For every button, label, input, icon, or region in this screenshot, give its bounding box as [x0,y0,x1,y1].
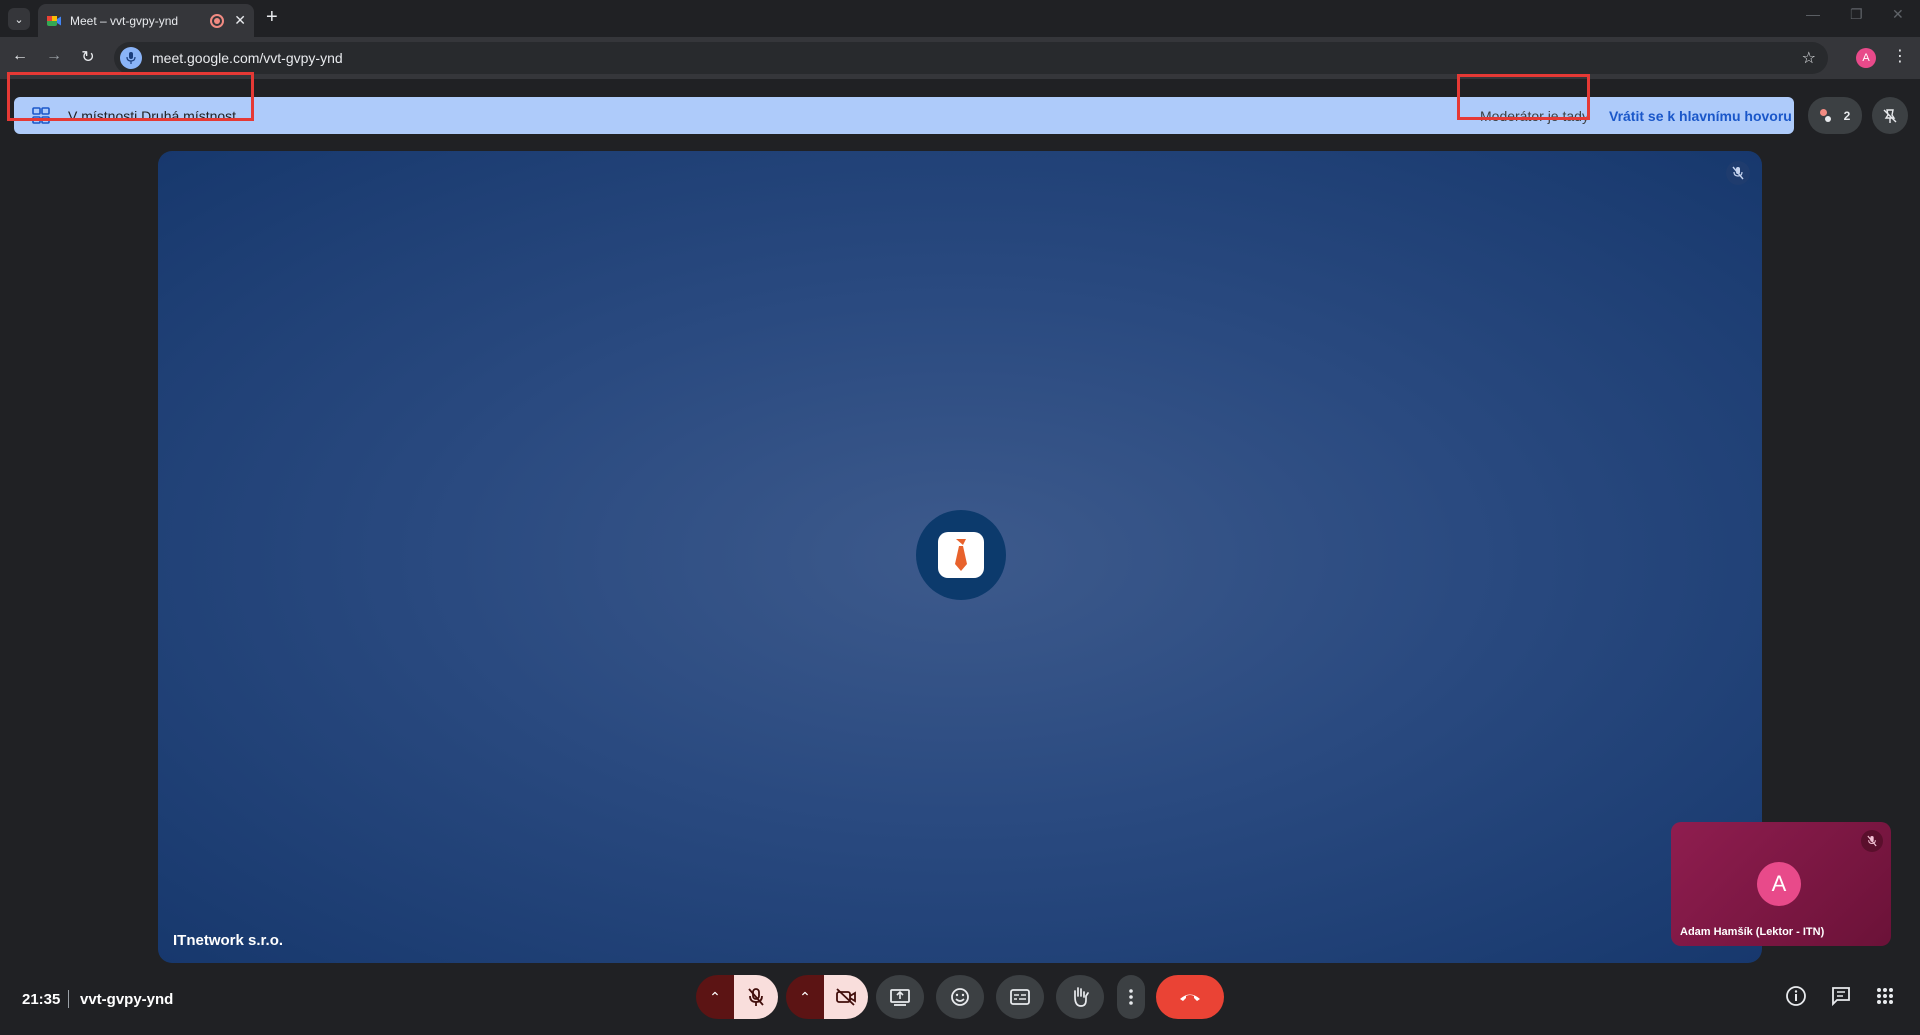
raise-hand-icon [1074,987,1089,1007]
highlight-room-name [7,72,254,121]
address-bar[interactable]: meet.google.com/vvt-gvpy-ynd ☆ [114,42,1828,74]
meet-page: V místnosti Druhá místnost Moderátor je … [0,72,1920,1035]
present-button[interactable] [876,975,924,1019]
highlight-moderator [1457,74,1590,120]
chat-icon[interactable] [1830,985,1852,1012]
more-options-button[interactable] [1117,975,1145,1019]
present-icon [890,989,910,1006]
mic-off-icon [1726,161,1750,185]
minimize-icon[interactable]: — [1806,6,1820,22]
tab-title: Meet – vvt-gvpy-ynd [70,13,179,28]
meeting-time: 21:35 [22,991,61,1008]
record-icon [210,13,225,28]
captions-button[interactable] [996,975,1044,1019]
tab-strip: ⌄ Meet – vvt-gvpy-ynd ✕ + — ❐ ✕ [0,0,1920,37]
browser-toolbar: ← → ↻ meet.google.com/vvt-gvpy-ynd ☆ A ⋮ [0,37,1920,79]
camera-off-icon [836,988,856,1006]
url-text: meet.google.com/vvt-gvpy-ynd [152,50,343,66]
back-icon[interactable]: ← [9,47,31,65]
pin-off-icon[interactable] [1872,97,1908,134]
search-tabs-icon[interactable]: ⌄ [8,8,30,30]
raise-hand-button[interactable] [1056,975,1104,1019]
video-options-button[interactable]: ⌃ [786,975,824,1019]
window-close-icon[interactable]: ✕ [1892,6,1904,23]
return-to-main-call-link[interactable]: Vrátit se k hlavnímu hovoru [1609,97,1792,134]
reactions-button[interactable] [936,975,984,1019]
info-icon[interactable] [1785,985,1807,1012]
presenter-name: ITnetwork s.r.o. [173,932,284,949]
more-icon [1129,989,1133,1005]
reload-icon[interactable]: ↻ [77,47,99,67]
restore-icon[interactable]: ❐ [1850,6,1863,23]
profile-avatar[interactable]: A [1856,48,1876,68]
captions-icon [1010,989,1030,1005]
browser-menu-icon[interactable]: ⋮ [1892,46,1908,66]
forward-icon[interactable]: → [43,47,65,65]
tie-icon [955,539,967,571]
star-icon[interactable]: ☆ [1802,48,1816,68]
meeting-code: vvt-gvpy-ynd [80,991,174,1008]
close-icon[interactable]: ✕ [234,12,246,29]
mic-off-icon [748,988,764,1006]
meet-favicon-icon [47,15,61,26]
mic-off-icon [1861,830,1883,852]
browser-tab[interactable]: Meet – vvt-gvpy-ynd ✕ [38,4,254,37]
hang-up-icon [1180,994,1200,1001]
plus-icon[interactable]: + [266,6,278,29]
self-view-tile[interactable]: A Adam Hamšík (Lektor - ITN) [1671,822,1891,946]
mic-toggle-button[interactable] [734,975,778,1019]
self-name: Adam Hamšík (Lektor - ITN) [1680,926,1825,938]
avatar: A [1757,862,1801,906]
audio-options-button[interactable]: ⌃ [696,975,734,1019]
participants-button[interactable]: 2 [1808,97,1862,134]
apps-icon[interactable] [1875,986,1895,1011]
main-video-stage[interactable]: ITnetwork s.r.o. [158,151,1762,963]
mic-site-icon[interactable] [120,47,142,69]
camera-toggle-button[interactable] [824,975,868,1019]
emoji-icon [951,988,969,1006]
leave-call-button[interactable] [1156,975,1224,1019]
people-icon [1819,108,1834,123]
divider [68,990,69,1008]
itnetwork-logo [916,510,1006,600]
participant-count: 2 [1843,108,1851,123]
